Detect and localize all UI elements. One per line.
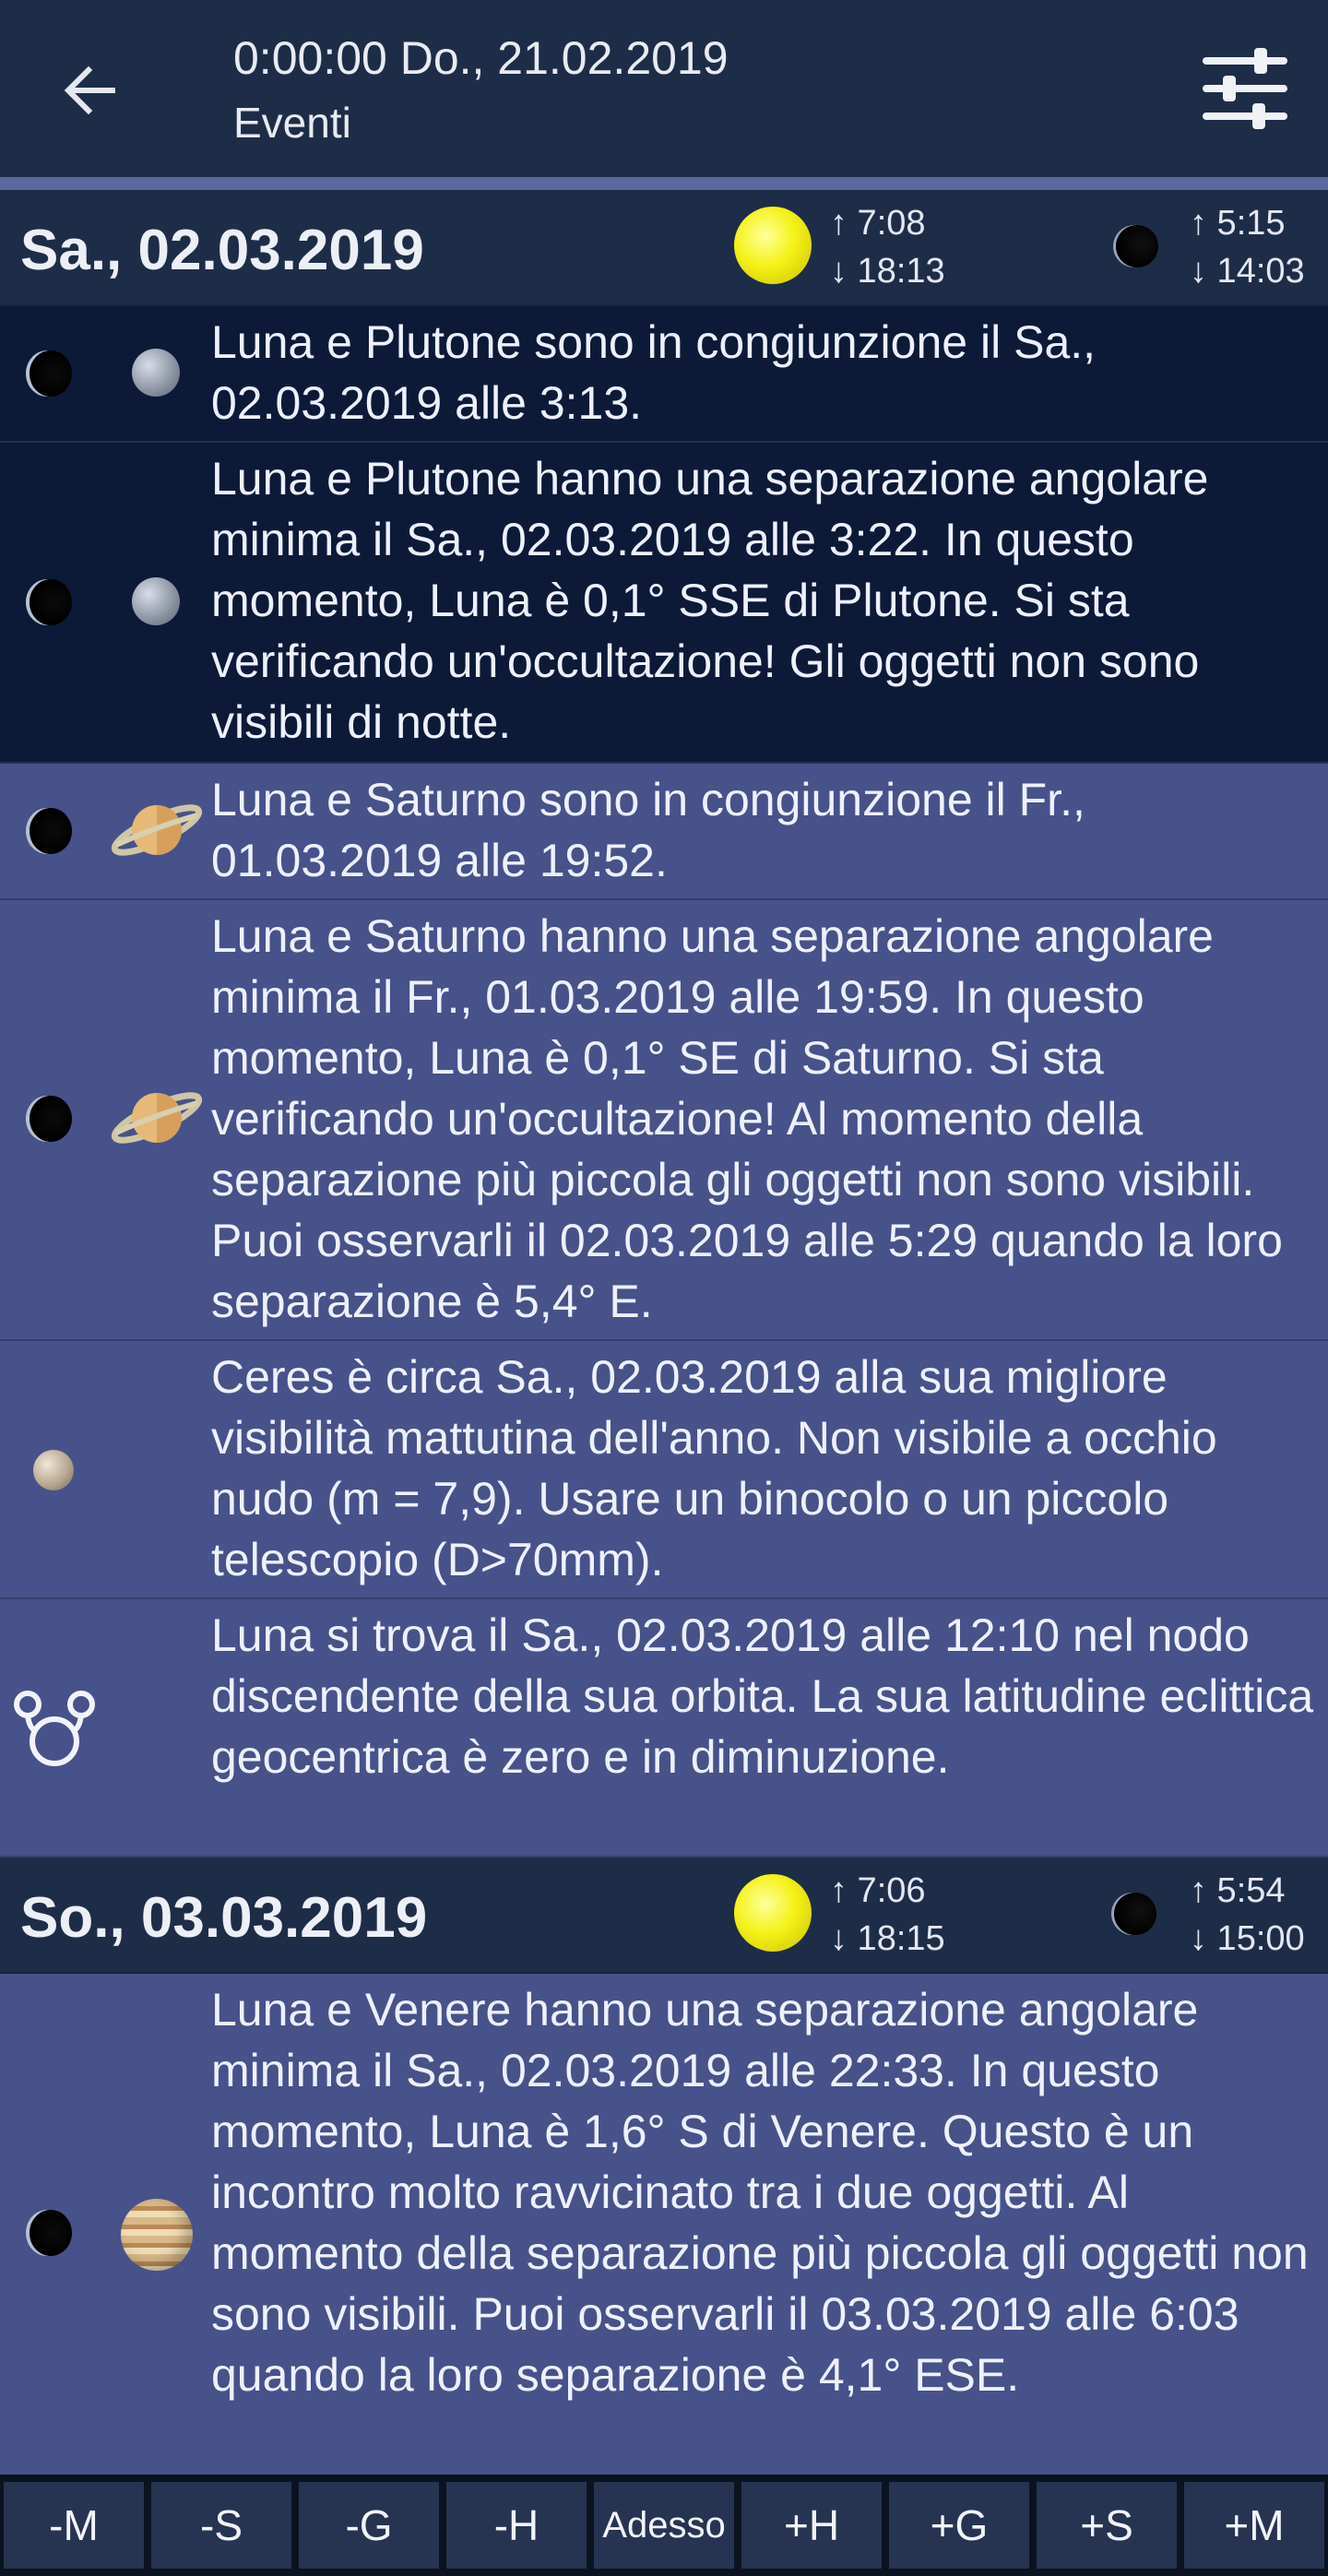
saturn-icon [111, 804, 203, 856]
day-header: So., 03.03.2019 ↑ 7:06 ↓ 18:15 ↑ 5:54 ↓ … [0, 1858, 1328, 1974]
event-text: Luna e Saturno hanno una separazione ang… [211, 910, 1283, 1327]
event-text: Luna e Venere hanno una separazione ango… [211, 1984, 1309, 2401]
plus-week-button[interactable]: +S [1037, 2482, 1177, 2569]
list-item[interactable]: Luna e Saturno hanno una separazione ang… [0, 900, 1328, 1341]
moonset-time: ↓ 15:00 [1190, 1919, 1305, 1958]
event-text: Luna e Saturno sono in congiunzione il F… [211, 774, 1085, 886]
minus-week-button[interactable]: -S [151, 2482, 291, 2569]
sunset-time: ↓ 18:13 [830, 252, 945, 291]
event-text: Ceres è circa Sa., 02.03.2019 alla sua m… [211, 1351, 1217, 1585]
event-text: Luna e Plutone sono in congiunzione il S… [211, 316, 1097, 429]
ceres-icon [33, 1450, 74, 1490]
time-step-bar: -M -S -G -H Adesso +H +G +S +M [0, 2475, 1328, 2576]
sunrise-time: ↑ 7:06 [830, 1871, 926, 1910]
page-title: Eventi [233, 99, 351, 147]
list-item[interactable]: Luna e Saturno sono in congiunzione il F… [0, 764, 1328, 900]
sliders-icon[interactable] [1199, 46, 1291, 131]
minus-hour-button[interactable]: -H [446, 2482, 587, 2569]
venus-icon [121, 2199, 193, 2271]
app-bar-divider [0, 177, 1328, 190]
moon-icon [30, 808, 72, 854]
moonrise-time: ↑ 5:15 [1190, 204, 1286, 243]
moon-times: ↑ 5:54 ↓ 15:00 [1190, 1867, 1305, 1963]
saturn-icon [111, 1092, 203, 1144]
list-item[interactable]: Ceres è circa Sa., 02.03.2019 alla sua m… [0, 1341, 1328, 1599]
moonrise-time: ↑ 5:54 [1190, 1871, 1286, 1910]
descending-node-icon [14, 1691, 95, 1766]
list-item[interactable]: Luna e Plutone sono in congiunzione il S… [0, 306, 1328, 443]
plus-hour-button[interactable]: +H [741, 2482, 882, 2569]
plus-month-button[interactable]: +M [1184, 2482, 1324, 2569]
moon-icon [30, 579, 72, 625]
sun-times: ↑ 7:06 ↓ 18:15 [830, 1867, 945, 1963]
current-datetime: 0:00:00 Do., 21.02.2019 [233, 32, 729, 84]
sun-icon [734, 1874, 812, 1952]
moon-icon [30, 2210, 72, 2256]
pluto-icon [132, 577, 180, 625]
now-button[interactable]: Adesso [594, 2482, 734, 2569]
sunrise-time: ↑ 7:08 [830, 204, 926, 243]
list-item[interactable]: Luna e Venere hanno una separazione ango… [0, 1974, 1328, 2490]
moonset-time: ↓ 14:03 [1190, 252, 1305, 291]
moon-icon [1116, 225, 1158, 267]
arrow-left-icon[interactable] [57, 57, 124, 124]
pluto-icon [132, 349, 180, 397]
moon-times: ↑ 5:15 ↓ 14:03 [1190, 199, 1305, 295]
sun-times: ↑ 7:08 ↓ 18:13 [830, 199, 945, 295]
event-text: Luna si trova il Sa., 02.03.2019 alle 12… [211, 1609, 1314, 1783]
list-item[interactable]: Luna e Plutone hanno una separazione ang… [0, 443, 1328, 764]
moon-icon [30, 1096, 72, 1142]
day-header: Sa., 02.03.2019 ↑ 7:08 ↓ 18:13 ↑ 5:15 ↓ … [0, 190, 1328, 306]
moon-icon [1114, 1893, 1156, 1935]
sun-icon [734, 207, 812, 284]
minus-month-button[interactable]: -M [4, 2482, 144, 2569]
plus-day-button[interactable]: +G [889, 2482, 1029, 2569]
day-date: Sa., 02.03.2019 [20, 219, 424, 282]
day-date: So., 03.03.2019 [20, 1886, 428, 1950]
list-item[interactable]: Luna si trova il Sa., 02.03.2019 alle 12… [0, 1599, 1328, 1858]
moon-icon [30, 350, 72, 397]
events-list[interactable]: Sa., 02.03.2019 ↑ 7:08 ↓ 18:13 ↑ 5:15 ↓ … [0, 190, 1328, 2490]
sunset-time: ↓ 18:15 [830, 1919, 945, 1958]
minus-day-button[interactable]: -G [299, 2482, 439, 2569]
event-text: Luna e Plutone hanno una separazione ang… [211, 453, 1209, 748]
app-bar: 0:00:00 Do., 21.02.2019 Eventi [0, 0, 1328, 177]
